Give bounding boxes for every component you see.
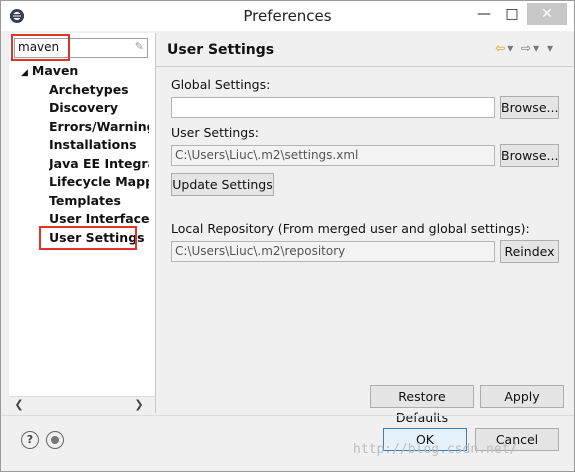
footer-divider bbox=[1, 415, 574, 416]
forward-menu-icon[interactable]: ▾ bbox=[533, 41, 541, 55]
help-icon[interactable]: ? bbox=[21, 431, 39, 449]
local-repository-label: Local Repository (From merged user and g… bbox=[171, 221, 530, 236]
preferences-window: Preferences — □ ✕ maven ✎ ◢ Maven Archety… bbox=[0, 0, 575, 472]
tree-item-user-interface[interactable]: User Interface bbox=[49, 211, 149, 226]
title-bar: Preferences — □ ✕ bbox=[1, 1, 574, 31]
preferences-tree-pane: maven ✎ ◢ Maven Archetypes Discovery Erro… bbox=[9, 33, 156, 413]
selected-item-highlight-box bbox=[39, 226, 137, 250]
minimize-button[interactable]: — bbox=[469, 3, 499, 25]
watermark-text: http://blog.csdn.net/ bbox=[353, 442, 518, 457]
tree-item-lifecycle-mappings[interactable]: Lifecycle Mappir bbox=[49, 174, 149, 189]
header-divider bbox=[156, 66, 573, 67]
tree-item-java-ee-integration[interactable]: Java EE Integrati bbox=[49, 156, 149, 171]
history-nav: ⇦▾ ⇨▾ ▾ bbox=[495, 41, 555, 55]
tree-item-installations[interactable]: Installations bbox=[49, 137, 149, 152]
expand-arrow-icon[interactable]: ◢ bbox=[21, 68, 28, 78]
horizontal-scrollbar[interactable]: ❮ ❯ bbox=[9, 396, 155, 413]
back-menu-icon[interactable]: ▾ bbox=[507, 41, 515, 55]
local-repository-input: C:\Users\Liuc\.m2\repository bbox=[171, 241, 495, 262]
tree-item-discovery[interactable]: Discovery bbox=[49, 100, 149, 115]
view-menu-icon[interactable]: ▾ bbox=[547, 41, 555, 55]
forward-arrow-icon[interactable]: ⇨ bbox=[521, 41, 533, 55]
maximize-button[interactable]: □ bbox=[497, 3, 527, 25]
clear-filter-icon[interactable]: ✎ bbox=[135, 40, 144, 53]
user-settings-input[interactable]: C:\Users\Liuc\.m2\settings.xml bbox=[171, 145, 495, 166]
import-export-icon[interactable] bbox=[46, 431, 64, 449]
local-repository-value: C:\Users\Liuc\.m2\repository bbox=[175, 244, 346, 258]
global-settings-input[interactable] bbox=[171, 97, 495, 118]
back-arrow-icon[interactable]: ⇦ bbox=[495, 41, 507, 55]
close-button[interactable]: ✕ bbox=[527, 3, 567, 25]
tree-root-label: Maven bbox=[31, 63, 79, 78]
tree-item-templates[interactable]: Templates bbox=[49, 193, 149, 208]
settings-page: User Settings ⇦▾ ⇨▾ ▾ Global Settings: B… bbox=[156, 33, 573, 425]
update-settings-button[interactable]: Update Settings bbox=[171, 173, 274, 196]
global-settings-label: Global Settings: bbox=[171, 77, 271, 92]
restore-defaults-button[interactable]: Restore Defaults bbox=[370, 385, 474, 425]
reindex-button[interactable]: Reindex bbox=[500, 240, 559, 263]
tree-item-archetypes[interactable]: Archetypes bbox=[49, 82, 149, 97]
apply-button[interactable]: Apply bbox=[480, 385, 564, 408]
user-browse-button[interactable]: Browse... bbox=[500, 144, 559, 167]
scroll-right-icon[interactable]: ❯ bbox=[131, 397, 147, 413]
scroll-left-icon[interactable]: ❮ bbox=[11, 397, 27, 413]
global-browse-button[interactable]: Browse... bbox=[500, 96, 559, 119]
tree-root-maven[interactable]: ◢ Maven bbox=[21, 63, 78, 78]
user-settings-value: C:\Users\Liuc\.m2\settings.xml bbox=[175, 148, 359, 162]
page-title: User Settings bbox=[167, 42, 275, 58]
filter-highlight-box bbox=[11, 34, 70, 61]
user-settings-label: User Settings: bbox=[171, 125, 259, 140]
tree-item-errors-warnings[interactable]: Errors/Warnings bbox=[49, 119, 149, 134]
